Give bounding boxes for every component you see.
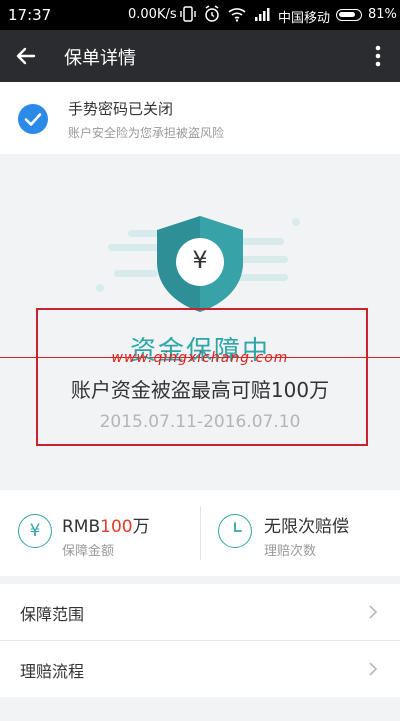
claims-count: 无限次赔偿 <box>264 517 349 537</box>
policy-hero: ¥ 资金保障中 www.qingxichang.com 账户资金被盗最高可赔10… <box>0 168 400 486</box>
more-options-icon[interactable] <box>368 42 388 70</box>
back-arrow-icon[interactable] <box>12 42 40 70</box>
notice-subtitle: 账户安全险为您承担被盗风险 <box>68 126 225 140</box>
yen-icon: ¥ <box>192 246 208 274</box>
vibrate-icon <box>180 6 196 22</box>
coverage-amount: RMB100万 <box>62 512 150 537</box>
chevron-right-icon <box>369 605 378 619</box>
notice-title: 手势密码已关闭 <box>68 100 174 118</box>
battery-icon <box>336 9 362 21</box>
menu-item-claim-process[interactable]: 理赔流程 <box>0 641 400 697</box>
coverage-prefix: RMB <box>62 517 101 537</box>
carrier-name: 中国移动 <box>278 11 331 26</box>
yen-circle-icon: ¥ <box>18 514 52 548</box>
network-speed: 0.00K/s <box>128 7 177 22</box>
menu-item-coverage-scope[interactable]: 保障范围 <box>0 584 400 640</box>
menu-item-label: 保障范围 <box>20 605 85 624</box>
claims-label: 理赔次数 <box>264 544 317 559</box>
menu-item-label: 理赔流程 <box>20 662 85 681</box>
coverage-amount-value: 100 <box>100 517 133 537</box>
status-time: 17:37 <box>8 6 52 24</box>
status-icons <box>180 5 270 23</box>
coverage-label: 保障金额 <box>62 544 115 559</box>
title-bar: 保单详情 <box>0 30 400 82</box>
alarm-icon <box>205 5 219 22</box>
check-circle-icon <box>18 104 48 134</box>
status-bar: 17:37 0.00K/s 中国移动 81% <box>0 0 400 30</box>
clock-circle-icon <box>218 514 252 548</box>
gesture-password-notice[interactable]: 手势密码已关闭 账户安全险为您承担被盗风险 <box>0 82 400 154</box>
battery-level: 81% <box>368 7 397 22</box>
coverage-stats: ¥ RMB100万 保障金额 无限次赔偿 理赔次数 <box>0 490 400 576</box>
coverage-unit: 万 <box>132 517 150 537</box>
chevron-right-icon <box>369 662 378 676</box>
page-title: 保单详情 <box>64 48 136 69</box>
stats-divider <box>200 506 201 560</box>
annotation-box <box>36 308 368 446</box>
signal-icon <box>255 8 270 21</box>
wifi-icon <box>228 8 246 22</box>
